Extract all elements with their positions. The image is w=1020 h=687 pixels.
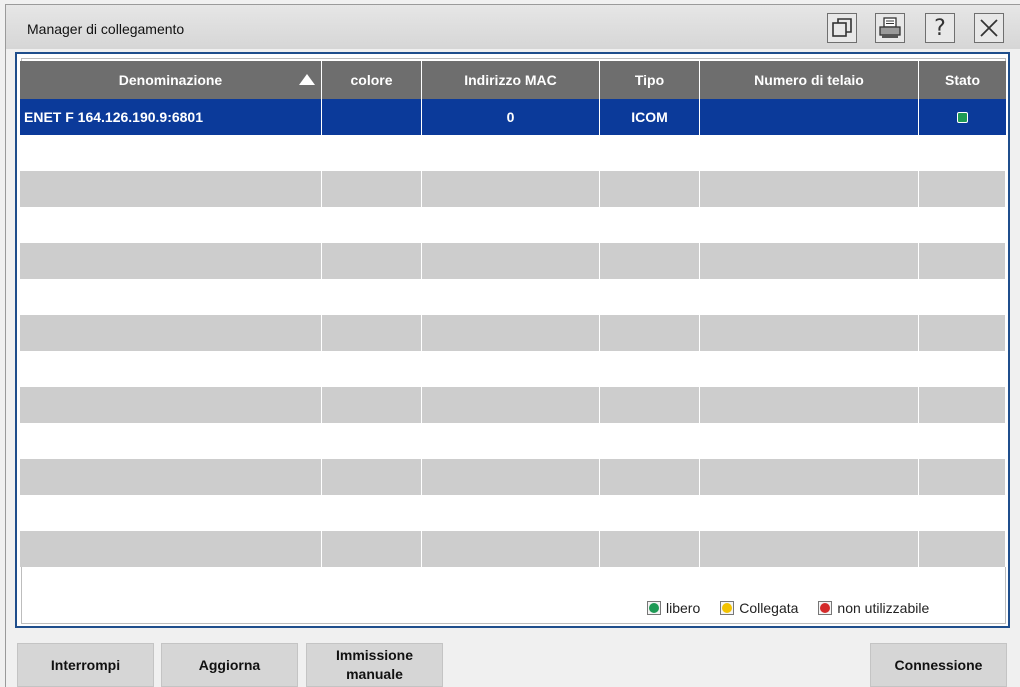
legend-item-non-utilizzabile: non utilizzabile — [818, 600, 929, 616]
empty-table-row — [20, 459, 1006, 495]
connection-table: Denominazione colore Indirizzo MAC Tipo … — [20, 61, 1006, 567]
legend-item-collegata: Collegata — [720, 600, 798, 616]
connessione-button[interactable]: Connessione — [870, 643, 1007, 687]
help-button[interactable]: ? — [925, 13, 955, 43]
sort-ascending-icon — [299, 74, 315, 85]
empty-table-row — [20, 387, 1006, 423]
button-label-line2: manuale — [346, 666, 403, 682]
column-header-indirizzo-mac[interactable]: Indirizzo MAC — [422, 61, 600, 99]
column-header-label: Tipo — [634, 72, 665, 88]
status-free-icon — [957, 111, 968, 123]
column-header-stato[interactable]: Stato — [919, 61, 1006, 99]
empty-table-row — [20, 243, 1006, 279]
column-header-label: Numero di telaio — [754, 72, 864, 88]
empty-table-row — [20, 135, 1006, 171]
immissione-manuale-button[interactable]: Immissione manuale — [306, 643, 443, 687]
restore-window-button[interactable] — [827, 13, 857, 43]
title-bar: Manager di collegamento ? — [6, 5, 1020, 49]
table-row[interactable]: ENET F 164.126.190.9:6801 0 ICOM — [20, 99, 1006, 135]
status-legend: libero Collegata non utilizzabile — [647, 600, 929, 616]
cell-indirizzo-mac: 0 — [422, 99, 600, 135]
close-button[interactable] — [974, 13, 1004, 43]
empty-table-row — [20, 495, 1006, 531]
column-header-label: colore — [350, 72, 393, 88]
empty-table-row — [20, 423, 1006, 459]
window-title: Manager di collegamento — [27, 21, 185, 37]
cell-stato — [919, 99, 1006, 135]
legend-label: libero — [666, 600, 701, 616]
column-header-denominazione[interactable]: Denominazione — [20, 61, 322, 99]
aggiorna-button[interactable]: Aggiorna — [161, 643, 298, 687]
column-header-colore[interactable]: colore — [322, 61, 422, 99]
empty-table-row — [20, 351, 1006, 387]
connection-manager-window: Manager di collegamento ? Denominazione … — [5, 4, 1020, 687]
empty-table-row — [20, 171, 1006, 207]
help-icon: ? — [934, 15, 946, 41]
connection-list-panel: Denominazione colore Indirizzo MAC Tipo … — [15, 52, 1010, 628]
empty-table-row — [20, 207, 1006, 243]
cell-denominazione: ENET F 164.126.190.9:6801 — [20, 99, 322, 135]
legend-item-libero: libero — [647, 600, 700, 616]
cell-colore — [322, 99, 422, 135]
empty-table-row — [20, 315, 1006, 351]
empty-table-row — [20, 279, 1006, 315]
column-header-label: Stato — [945, 72, 980, 88]
interrompi-button[interactable]: Interrompi — [17, 643, 154, 687]
status-free-dot-icon — [649, 603, 659, 613]
close-icon — [980, 19, 998, 37]
status-unavailable-dot-icon — [820, 603, 831, 613]
empty-table-row — [20, 531, 1006, 567]
print-button[interactable] — [875, 13, 905, 43]
table-header: Denominazione colore Indirizzo MAC Tipo … — [20, 61, 1006, 99]
column-header-numero-di-telaio[interactable]: Numero di telaio — [700, 61, 919, 99]
legend-label: non utilizzabile — [837, 600, 930, 616]
cell-tipo: ICOM — [600, 99, 700, 135]
status-connected-dot-icon — [722, 603, 733, 613]
column-header-label: Denominazione — [118, 72, 223, 88]
restore-window-icon — [832, 18, 852, 37]
legend-label: Collegata — [739, 600, 799, 616]
cell-numero-di-telaio — [700, 99, 919, 135]
button-label-line1: Immissione — [335, 647, 414, 663]
print-icon — [879, 17, 901, 38]
column-header-tipo[interactable]: Tipo — [600, 61, 700, 99]
column-header-label: Indirizzo MAC — [464, 72, 557, 88]
